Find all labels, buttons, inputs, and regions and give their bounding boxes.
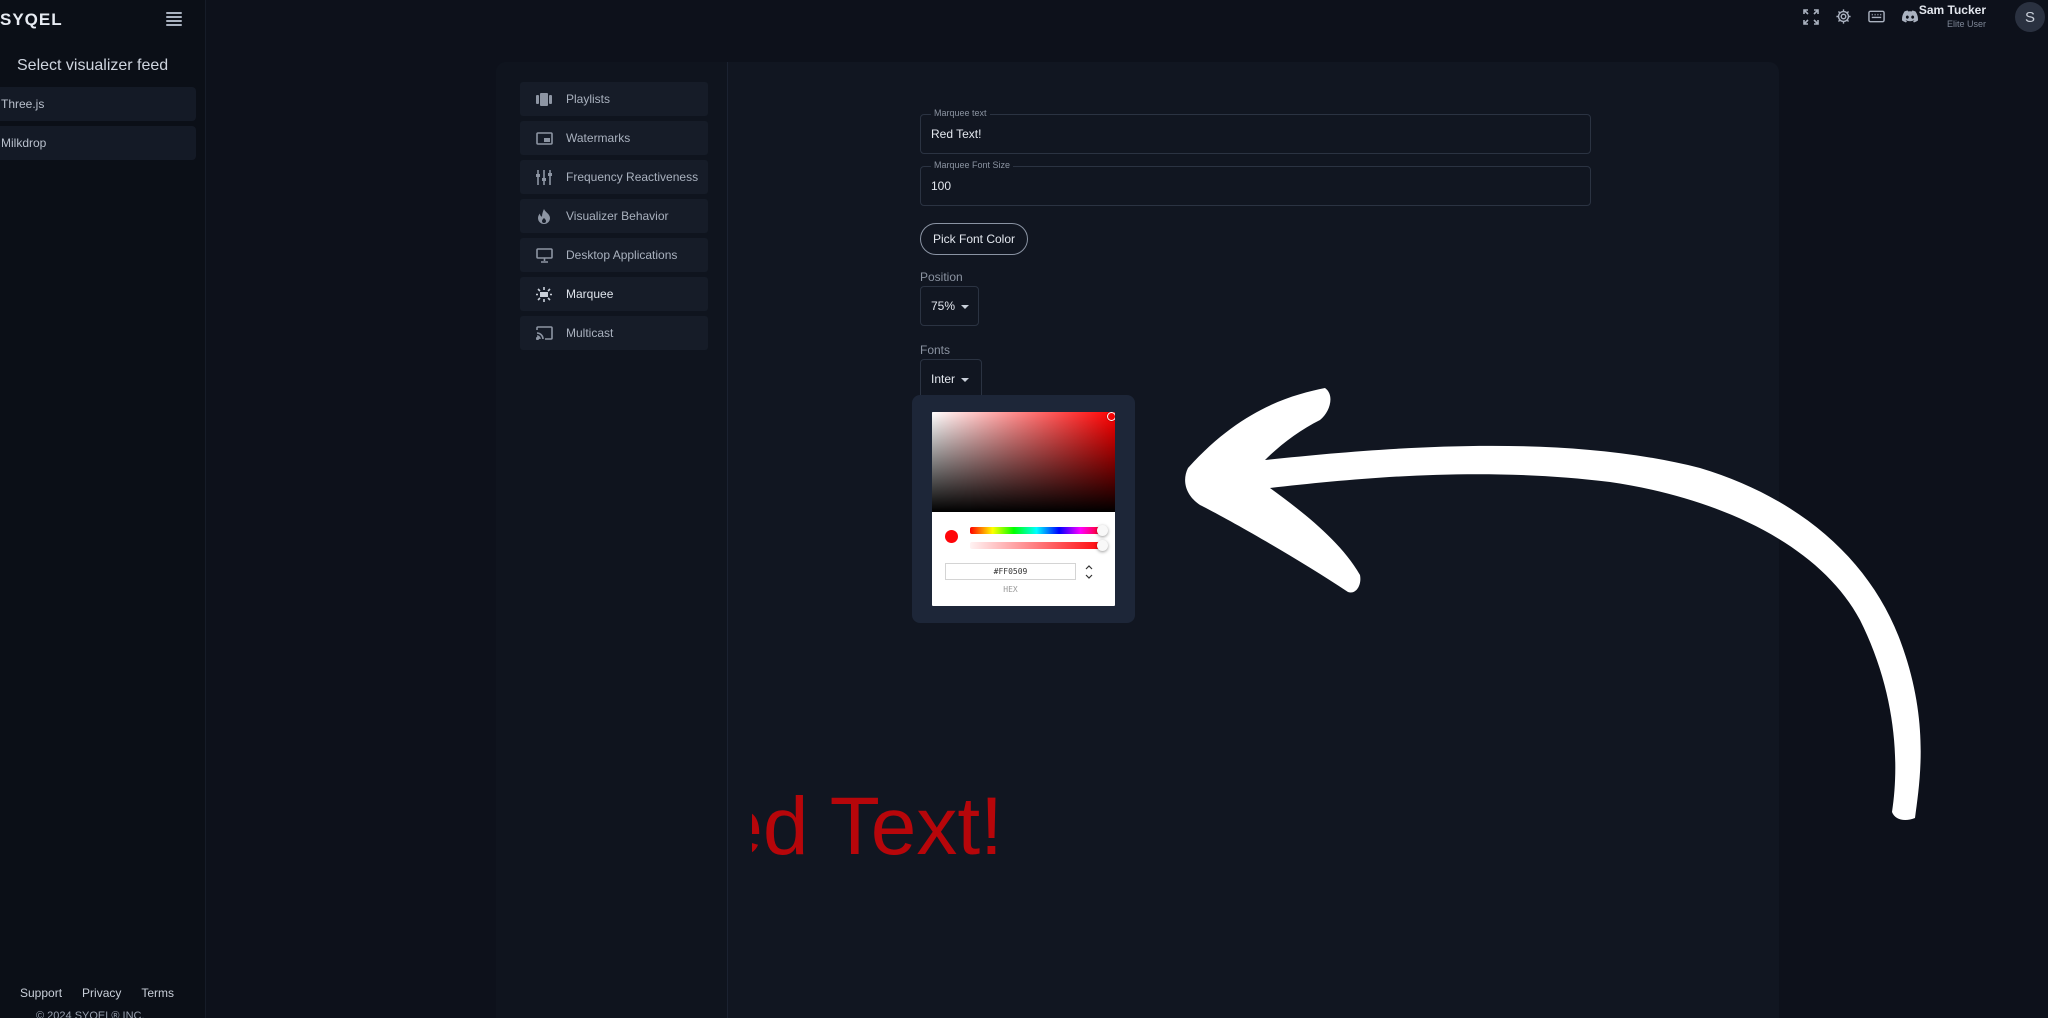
fullscreen-icon[interactable] — [1800, 6, 1821, 27]
color-swatch — [945, 530, 958, 543]
nav-label: Frequency Reactiveness — [566, 170, 699, 184]
nav-label: Multicast — [566, 326, 614, 340]
visualizer-feed-title: Select visualizer feed — [17, 57, 169, 74]
color-picker: #FF0509 HEX — [932, 412, 1115, 606]
mode-toggle-icon[interactable] — [1083, 563, 1095, 581]
marquee-preview: Red Text! — [752, 780, 1232, 890]
nav-label: Desktop Applications — [566, 248, 678, 262]
keyboard-icon[interactable] — [1866, 6, 1887, 27]
nav-item-visualizer-behavior[interactable]: Visualizer Behavior — [520, 199, 708, 233]
app-root: SYQEL Select visualizer feed Three.js Mi… — [0, 0, 2048, 1018]
font-select[interactable]: Inter — [920, 359, 982, 399]
brand-logo[interactable]: SYQEL — [0, 10, 63, 30]
nav-item-frequency-reactiveness[interactable]: Frequency Reactiveness — [520, 160, 708, 194]
marquee-font-size-field[interactable]: Marquee Font Size 100 — [920, 160, 1591, 206]
alpha-slider[interactable] — [970, 542, 1103, 549]
copyright-text: © 2024 SYQEL® INC. — [36, 1010, 145, 1018]
color-picker-popover: #FF0509 HEX — [912, 395, 1135, 623]
support-link[interactable]: Support — [20, 986, 62, 1000]
left-sidebar: SYQEL Select visualizer feed Three.js Mi… — [0, 0, 206, 1018]
hex-mode-label: HEX — [1003, 585, 1018, 594]
nav-label: Playlists — [566, 92, 611, 106]
discord-icon[interactable] — [1899, 6, 1920, 27]
monitor-icon — [534, 247, 554, 263]
user-role: Elite User — [1946, 19, 1986, 29]
alpha-slider-handle[interactable] — [1097, 540, 1108, 551]
position-value: 75% — [931, 299, 956, 313]
nav-item-playlists[interactable]: Playlists — [520, 82, 708, 116]
cast-icon — [534, 325, 554, 341]
marquee-text-label: Marquee text — [931, 108, 990, 118]
marquee-font-size-label: Marquee Font Size — [931, 160, 1014, 170]
marquee-text-input[interactable]: Red Text! — [931, 127, 981, 141]
gear-icon[interactable] — [1833, 6, 1854, 27]
marquee-icon — [534, 286, 554, 302]
nav-item-multicast[interactable]: Multicast — [520, 316, 708, 350]
equalizer-icon — [534, 169, 554, 185]
feed-item-threejs[interactable]: Three.js — [0, 87, 196, 121]
nav-item-watermarks[interactable]: Watermarks — [520, 121, 708, 155]
nav-label: Visualizer Behavior — [566, 209, 669, 223]
feed-item-milkdrop[interactable]: Milkdrop — [0, 126, 196, 160]
playlists-icon — [534, 91, 554, 107]
hex-input[interactable]: #FF0509 — [945, 563, 1076, 580]
terms-link[interactable]: Terms — [141, 986, 174, 1000]
saturation-area[interactable] — [932, 412, 1115, 512]
marquee-text-field[interactable]: Marquee text Red Text! — [920, 108, 1591, 154]
font-value: Inter — [931, 372, 956, 386]
avatar[interactable]: S — [2015, 2, 2045, 32]
nav-item-desktop-applications[interactable]: Desktop Applications — [520, 238, 708, 272]
flame-icon — [534, 208, 554, 224]
position-label: Position — [920, 270, 963, 284]
hue-slider-handle[interactable] — [1097, 525, 1108, 536]
topbar-actions — [1800, 6, 1920, 27]
chevron-down-icon — [961, 305, 970, 309]
privacy-link[interactable]: Privacy — [82, 986, 121, 1000]
marquee-preview-text: Red Text! — [752, 781, 1003, 872]
chevron-down-icon — [961, 378, 970, 382]
nav-label: Marquee — [566, 287, 614, 301]
footer-links: Support Privacy Terms — [20, 986, 174, 1000]
fonts-label: Fonts — [920, 343, 951, 357]
nav-item-marquee[interactable]: Marquee — [520, 277, 708, 311]
nav-label: Watermarks — [566, 131, 631, 145]
hue-slider[interactable] — [970, 527, 1103, 534]
settings-nav: Playlists Watermarks Frequency Reactiven… — [496, 62, 728, 1018]
saturation-handle[interactable] — [1107, 412, 1115, 421]
marquee-font-size-input[interactable]: 100 — [931, 179, 951, 193]
position-select[interactable]: 75% — [920, 286, 979, 326]
pick-font-color-button[interactable]: Pick Font Color — [920, 223, 1028, 255]
user-name[interactable]: Sam Tucker — [1919, 3, 1986, 17]
watermark-icon — [534, 130, 554, 146]
hamburger-menu-icon[interactable] — [166, 12, 182, 26]
